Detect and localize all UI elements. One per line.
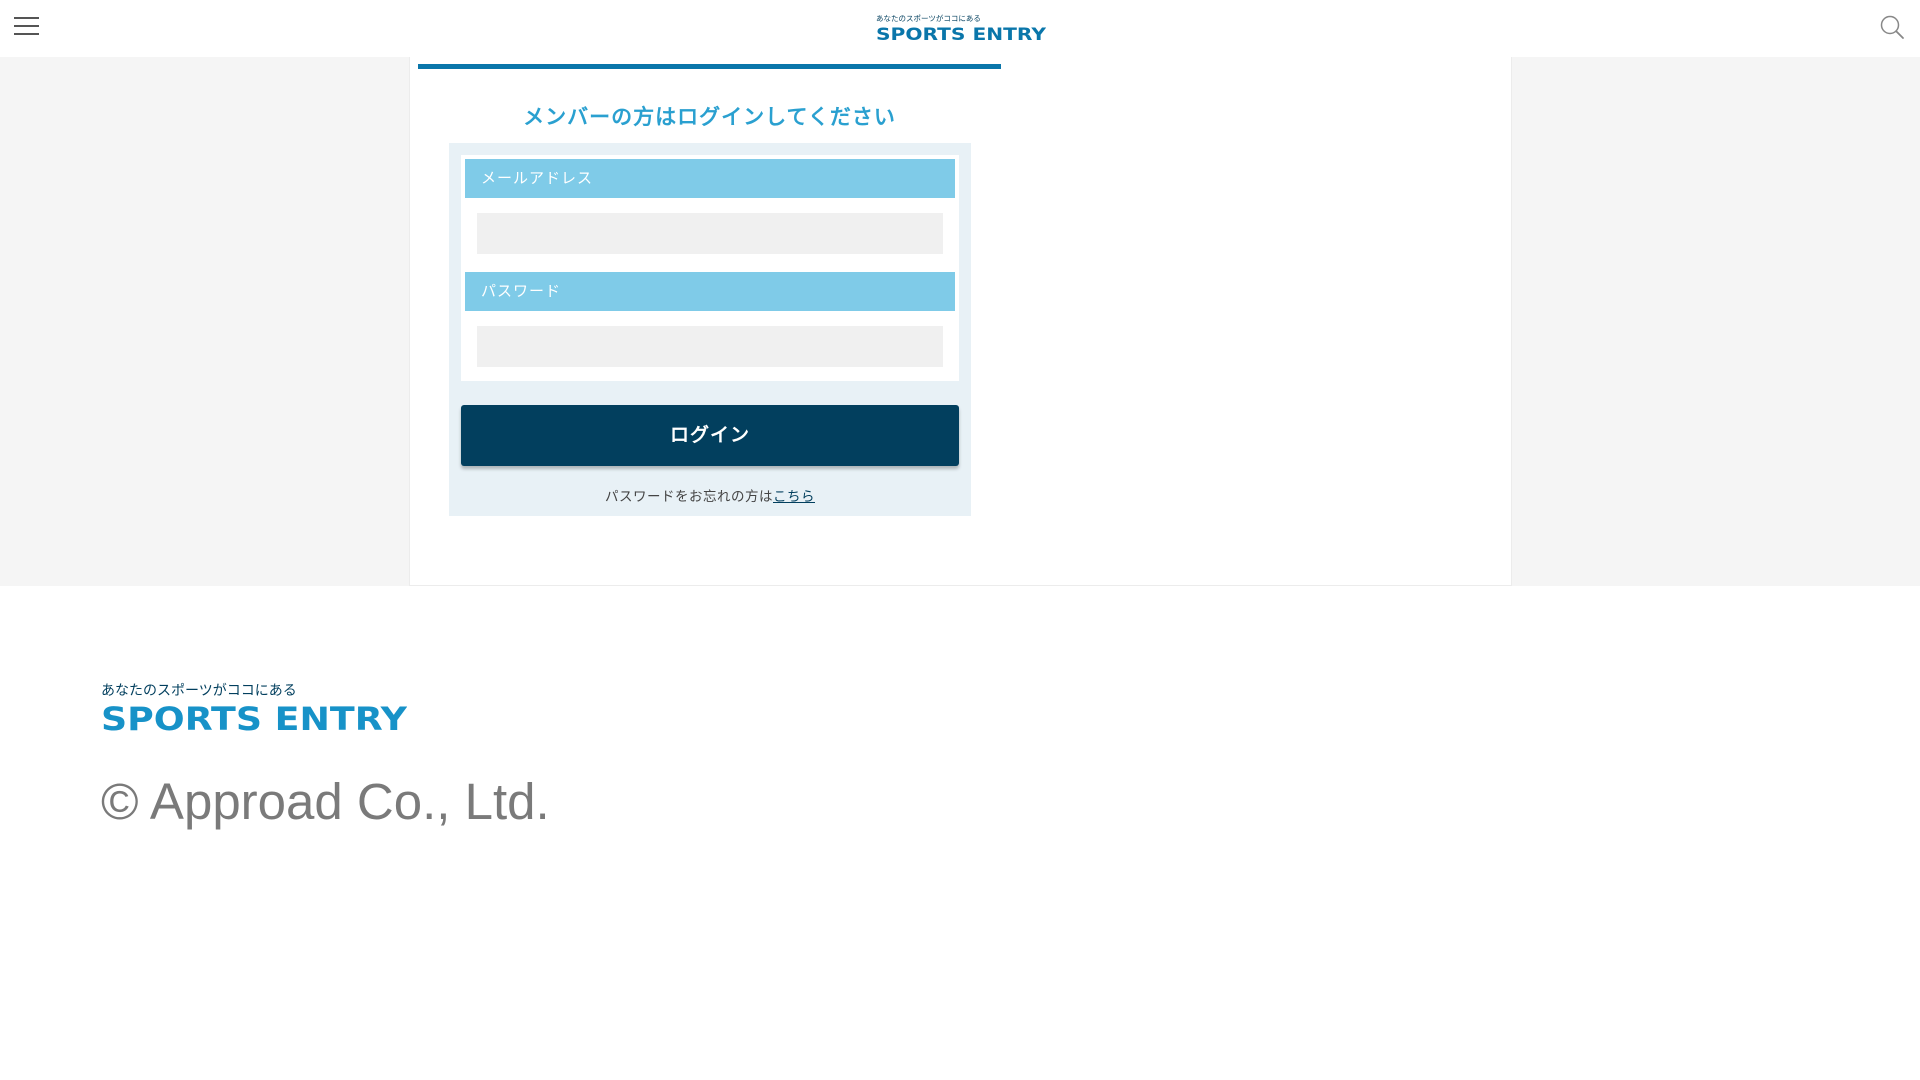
forgot-password-text: パスワードをお忘れの方はこちら [449, 485, 971, 505]
login-card: メンバーの方はログインしてください メールアドレス パスワード ログイン パスワ… [409, 57, 1512, 586]
hamburger-menu-icon[interactable] [14, 17, 39, 37]
email-input[interactable] [477, 213, 943, 254]
login-button[interactable]: ログイン [461, 405, 959, 466]
password-input[interactable] [477, 326, 943, 367]
password-label: パスワード [465, 272, 955, 311]
login-heading: メンバーの方はログインしてください [523, 105, 896, 129]
header-logo[interactable]: あなたのスポーツがココにある SPORTS ENTRY [876, 13, 1047, 45]
search-icon[interactable] [1879, 14, 1905, 40]
login-panel: メールアドレス パスワード ログイン パスワードをお忘れの方はこちら [449, 143, 971, 516]
card-accent-bar [418, 64, 1001, 69]
site-header: あなたのスポーツがココにある SPORTS ENTRY [0, 0, 1920, 57]
header-logo-tagline: あなたのスポーツがココにある [876, 14, 981, 23]
footer-logo-tagline: あなたのスポーツがココにある [101, 683, 297, 699]
copyright-text: © Approad Co., Ltd. [101, 773, 550, 830]
forgot-password-link[interactable]: こちら [773, 489, 815, 505]
footer-logo[interactable]: あなたのスポーツがココにある SPORTS ENTRY [101, 669, 408, 738]
email-label: メールアドレス [465, 159, 955, 198]
header-logo-wordmark: SPORTS ENTRY [876, 25, 1046, 44]
footer-logo-wordmark: SPORTS ENTRY [101, 700, 407, 735]
forgot-password-label: パスワードをお忘れの方は [605, 489, 773, 505]
login-form: メールアドレス パスワード [461, 155, 959, 381]
